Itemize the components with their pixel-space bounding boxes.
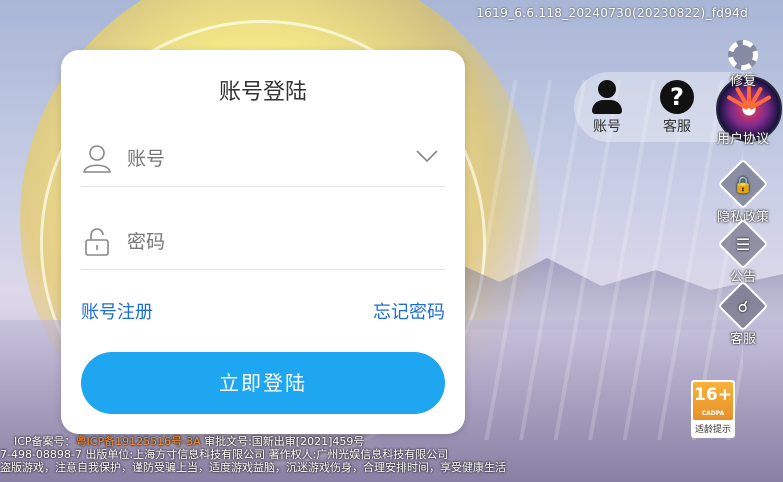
age-rating-icon: 16+ CADPA (693, 382, 733, 420)
account-label: 账号 (593, 119, 621, 135)
support-label: 客服 (729, 332, 756, 347)
user-agreement-button[interactable]: 用户协议 (717, 128, 769, 147)
user-icon (83, 145, 111, 173)
version-label: 1619_6.6.118_20240730(20230822)_fd94d (476, 6, 748, 20)
login-card: 账号登陆 账号 密码 账号注册 忘记密码 立即登陆 (61, 50, 465, 434)
login-title: 账号登陆 (218, 80, 307, 105)
footer-publisher-line: 7-498-08898-7 出版单位:上海方寸信息科技有限公司 著作权人:广州光… (0, 448, 449, 461)
icp-prefix: ICP备案号： (14, 435, 76, 448)
support-button[interactable]: ☌ 客服 (717, 280, 769, 347)
privacy-lock-icon: 🔒 (717, 158, 769, 210)
login-button[interactable]: 立即登陆 (81, 352, 445, 414)
privacy-policy-button[interactable]: 🔒 隐私政策 (717, 158, 769, 225)
age-rating-badge[interactable]: 16+ CADPA 适龄提示 (691, 380, 735, 438)
notice-button[interactable]: ☰ 公告 (717, 218, 769, 285)
account-placeholder: 账号 (127, 148, 166, 170)
headset-icon: ☌ (717, 280, 769, 332)
account-field[interactable]: 账号 (81, 130, 445, 187)
age-rating-org: CADPA (701, 410, 725, 417)
notice-document-icon: ☰ (717, 218, 769, 270)
account-button[interactable]: 账号 (582, 80, 632, 136)
question-icon: ? (660, 80, 694, 114)
register-link[interactable]: 账号注册 (81, 298, 153, 324)
service-label: 客服 (663, 119, 691, 135)
icp-number-link[interactable]: 粤ICP备19125516号-3A (76, 435, 201, 448)
password-placeholder: 密码 (127, 231, 166, 253)
approval-number: 审批文号:国新出审[2021]459号 (200, 435, 365, 448)
service-button[interactable]: ? 客服 (652, 80, 702, 136)
forgot-password-link[interactable]: 忘记密码 (373, 298, 445, 324)
chevron-down-icon[interactable] (415, 144, 439, 168)
lock-icon (85, 228, 109, 256)
footer-health-notice: 盗版游戏，注意自我保护，谨防受骗上当，适度游戏益脑，沉迷游戏伤身，合理安排时间，… (0, 461, 506, 474)
gear-icon (728, 40, 758, 70)
repair-button[interactable]: 修复 (717, 40, 769, 89)
password-field[interactable]: 密码 (81, 213, 445, 270)
person-icon (582, 80, 632, 114)
user-agreement-label: 用户协议 (717, 132, 770, 147)
age-rating-label: 适龄提示 (694, 425, 731, 435)
repair-label: 修复 (729, 74, 756, 89)
legal-footer: ICP备案号：粤ICP备19125516号-3A 审批文号:国新出审[2021]… (0, 435, 506, 474)
age-rating-value: 16+ (694, 385, 732, 405)
footer-icp-line: ICP备案号：粤ICP备19125516号-3A 审批文号:国新出审[2021]… (0, 435, 506, 448)
